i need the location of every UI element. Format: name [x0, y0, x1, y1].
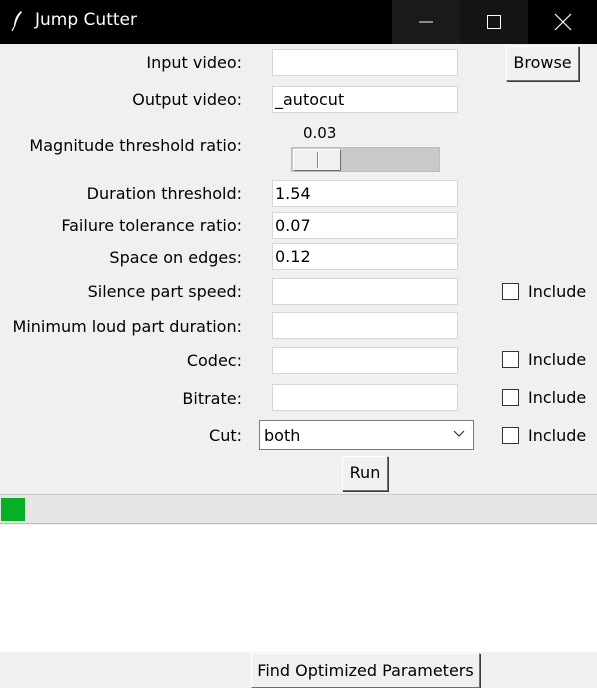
maximize-button[interactable] — [460, 0, 528, 44]
output-video-field[interactable]: _autocut — [272, 86, 458, 113]
run-button[interactable]: Run — [342, 456, 388, 491]
browse-button[interactable]: Browse — [506, 46, 579, 81]
space-on-edges-field[interactable]: 0.12 — [272, 243, 458, 270]
bitrate-field[interactable] — [272, 384, 458, 411]
cut-combobox[interactable]: both — [259, 420, 474, 450]
title-bar: Jump Cutter — [0, 0, 597, 44]
duration-threshold-field[interactable]: 1.54 — [272, 180, 458, 207]
minimize-button[interactable] — [392, 0, 460, 44]
input-video-label: Input video: — [146, 53, 242, 72]
failure-tolerance-field[interactable]: 0.07 — [272, 212, 458, 239]
failure-tolerance-label: Failure tolerance ratio: — [61, 216, 242, 235]
codec-include-label: Include — [528, 350, 587, 369]
min-loud-duration-label: Minimum loud part duration: — [12, 317, 242, 336]
silence-include-label: Include — [528, 282, 587, 301]
output-text-area[interactable] — [0, 525, 597, 652]
minimize-icon — [419, 21, 433, 23]
window-title: Jump Cutter — [35, 10, 137, 30]
codec-include-checkbox[interactable] — [502, 351, 519, 368]
slider-grip — [317, 152, 319, 168]
magnitude-threshold-value: 0.03 — [303, 124, 337, 142]
min-loud-duration-field[interactable] — [272, 312, 458, 339]
find-optimized-parameters-button[interactable]: Find Optimized Parameters — [251, 653, 480, 688]
magnitude-threshold-label: Magnitude threshold ratio: — [29, 136, 242, 155]
cut-include-label: Include — [528, 426, 587, 445]
feather-icon — [11, 11, 22, 32]
app-window: Jump Cutter Input video: Browse Output v… — [0, 0, 597, 688]
progress-fill — [1, 498, 25, 521]
silence-speed-label: Silence part speed: — [87, 282, 242, 301]
close-button[interactable] — [529, 0, 597, 44]
bitrate-include-label: Include — [528, 388, 587, 407]
cut-label: Cut: — [209, 426, 242, 445]
silence-speed-field[interactable] — [272, 278, 458, 305]
chevron-down-icon — [453, 430, 465, 437]
slider-handle[interactable] — [293, 149, 341, 171]
progress-bar — [0, 494, 597, 524]
bitrate-label: Bitrate: — [182, 389, 242, 408]
close-icon — [554, 13, 572, 31]
codec-field[interactable] — [272, 347, 458, 374]
cut-include-checkbox[interactable] — [502, 427, 519, 444]
bitrate-include-checkbox[interactable] — [502, 389, 519, 406]
duration-threshold-label: Duration threshold: — [86, 184, 242, 203]
cut-selected-value: both — [264, 426, 301, 445]
maximize-icon — [487, 15, 501, 29]
input-video-field[interactable] — [272, 49, 458, 76]
output-video-label: Output video: — [132, 90, 242, 109]
silence-include-checkbox[interactable] — [502, 283, 519, 300]
magnitude-threshold-slider[interactable] — [291, 147, 440, 172]
codec-label: Codec: — [186, 351, 242, 370]
space-on-edges-label: Space on edges: — [109, 248, 242, 267]
